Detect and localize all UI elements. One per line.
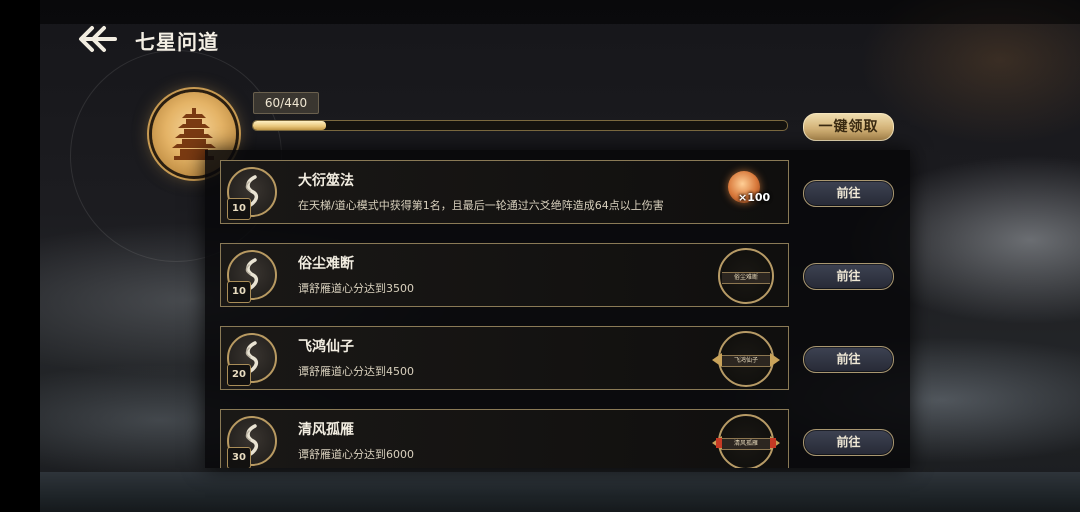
progress-fill bbox=[253, 121, 326, 130]
task-badge: 10 bbox=[221, 244, 285, 306]
reward-quantity: ×100 bbox=[738, 191, 771, 204]
task-level: 20 bbox=[227, 364, 251, 386]
title-seal-icon: 俗尘难断 bbox=[718, 248, 774, 304]
task-name: 飞鸿仙子 bbox=[298, 339, 354, 355]
task-badge: 20 bbox=[221, 327, 285, 389]
title-seal-label: 清风孤雁 bbox=[722, 438, 770, 450]
floor-strip bbox=[40, 472, 1080, 512]
task-name: 清风孤雁 bbox=[298, 422, 354, 438]
title-seal-label: 俗尘难断 bbox=[722, 272, 770, 284]
task-description: 谭舒雁道心分达到3500 bbox=[298, 282, 414, 295]
task-description: 谭舒雁道心分达到6000 bbox=[298, 448, 414, 461]
reward-title-seal[interactable]: 清风孤雁 bbox=[712, 414, 780, 468]
task-description: 谭舒雁道心分达到4500 bbox=[298, 365, 414, 378]
task-name: 大衍筮法 bbox=[298, 173, 354, 189]
task-description: 在天梯/道心模式中获得第1名，且最后一轮通过六爻绝阵造成64点以上伤害 bbox=[298, 199, 664, 212]
claim-all-button[interactable]: 一键领取 bbox=[803, 113, 894, 141]
progress-bar bbox=[252, 120, 788, 131]
task-row: 30 清风孤雁谭舒雁道心分达到6000 清风孤雁 bbox=[220, 409, 789, 468]
task-badge: 10 bbox=[221, 161, 285, 223]
task-level: 10 bbox=[227, 198, 251, 220]
title-seal-icon: 飞鸿仙子 bbox=[712, 331, 780, 387]
title-seal-icon: 清风孤雁 bbox=[712, 414, 780, 468]
task-badge: 30 bbox=[221, 410, 285, 468]
go-button[interactable]: 前往 bbox=[803, 180, 894, 207]
go-button[interactable]: 前往 bbox=[803, 429, 894, 456]
task-level: 10 bbox=[227, 281, 251, 303]
back-arrow-icon bbox=[79, 26, 117, 52]
title-seal-label: 飞鸿仙子 bbox=[722, 355, 770, 367]
ribbon-right-icon bbox=[770, 438, 776, 448]
task-row: 20 飞鸿仙子谭舒雁道心分达到4500 飞鸿仙子 bbox=[220, 326, 789, 390]
task-level: 30 bbox=[227, 447, 251, 468]
wing-right-icon bbox=[770, 353, 780, 367]
progress-count: 60/440 bbox=[253, 92, 319, 114]
wing-left-icon bbox=[712, 353, 722, 367]
back-button[interactable] bbox=[78, 24, 118, 54]
page-title: 七星问道 bbox=[135, 30, 219, 54]
go-button[interactable]: 前往 bbox=[803, 346, 894, 373]
top-shade bbox=[40, 0, 1080, 24]
reward-title-seal[interactable]: 飞鸿仙子 bbox=[712, 331, 780, 387]
reward-title-seal[interactable]: 俗尘难断 bbox=[718, 248, 778, 304]
go-button[interactable]: 前往 bbox=[803, 263, 894, 290]
reward-item[interactable]: ×100 bbox=[722, 167, 778, 217]
task-name: 俗尘难断 bbox=[298, 256, 354, 272]
task-row: 10 俗尘难断谭舒雁道心分达到3500 俗尘难断 bbox=[220, 243, 789, 307]
task-row: 10 大衍筮法在天梯/道心模式中获得第1名，且最后一轮通过六爻绝阵造成64点以上伤… bbox=[220, 160, 789, 224]
